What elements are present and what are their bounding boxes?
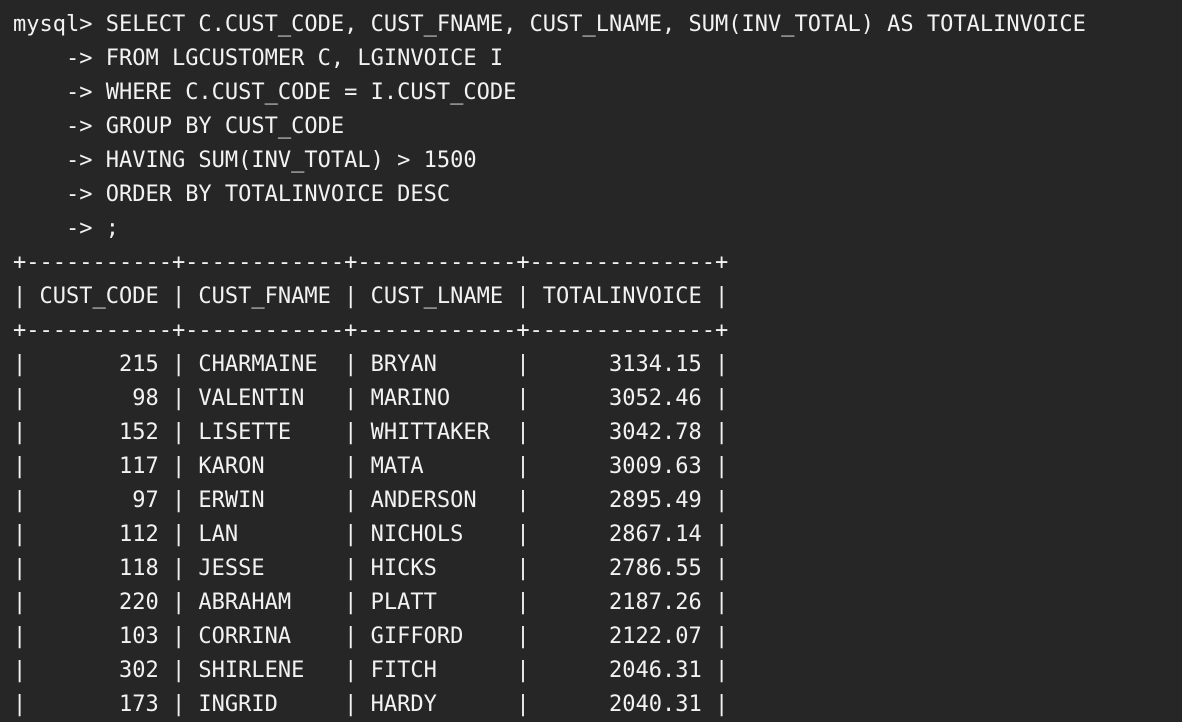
table-header-row: | CUST_CODE | CUST_FNAME | CUST_LNAME | … [13,284,729,309]
table-row: | 103 | CORRINA | GIFFORD | 2122.07 | [13,624,729,649]
query-text: ORDER BY TOTALINVOICE DESC [105,182,451,207]
query-text: HAVING SUM(INV_TOTAL) > 1500 [105,148,477,173]
table-row: | 152 | LISETTE | WHITTAKER | 3042.78 | [13,420,729,445]
query-line-5: -> HAVING SUM(INV_TOTAL) > 1500 [13,144,1182,178]
table-border-header: +-----------+------------+------------+-… [13,318,729,343]
query-line-4: -> GROUP BY CUST_CODE [13,110,1182,144]
table-row: | 117 | KARON | MATA | 3009.63 | [13,454,729,479]
table-row: | 97 | ERWIN | ANDERSON | 2895.49 | [13,488,729,513]
table-border-top: +-----------+------------+------------+-… [13,250,729,275]
query-text: ; [105,216,119,241]
query-line-6: -> ORDER BY TOTALINVOICE DESC [13,178,1182,212]
continuation-prompt: -> [13,216,106,241]
table-row: | 215 | CHARMAINE | BRYAN | 3134.15 | [13,352,729,377]
table-row: | 112 | LAN | NICHOLS | 2867.14 | [13,522,729,547]
continuation-prompt: -> [13,148,106,173]
table-row: | 220 | ABRAHAM | PLATT | 2187.26 | [13,590,729,615]
table-row: | 118 | JESSE | HICKS | 2786.55 | [13,556,729,581]
query-text: SELECT C.CUST_CODE, CUST_FNAME, CUST_LNA… [105,12,1086,37]
query-line-2: -> FROM LGCUSTOMER C, LGINVOICE I [13,42,1182,76]
table-row: | 98 | VALENTIN | MARINO | 3052.46 | [13,386,729,411]
continuation-prompt: -> [13,182,106,207]
query-line-3: -> WHERE C.CUST_CODE = I.CUST_CODE [13,76,1182,110]
terminal-window[interactable]: mysql> SELECT C.CUST_CODE, CUST_FNAME, C… [0,0,1182,721]
query-text: GROUP BY CUST_CODE [105,114,345,139]
mysql-prompt: mysql> [13,12,106,37]
continuation-prompt: -> [13,114,106,139]
query-text: FROM LGCUSTOMER C, LGINVOICE I [105,46,504,71]
query-line-1: mysql> SELECT C.CUST_CODE, CUST_FNAME, C… [13,8,1182,42]
query-line-7: -> ; [13,212,1182,246]
table-row: | 173 | INGRID | HARDY | 2040.31 | [13,692,729,717]
continuation-prompt: -> [13,46,106,71]
table-row: | 302 | SHIRLENE | FITCH | 2046.31 | [13,658,729,683]
continuation-prompt: -> [13,80,106,105]
query-text: WHERE C.CUST_CODE = I.CUST_CODE [105,80,517,105]
